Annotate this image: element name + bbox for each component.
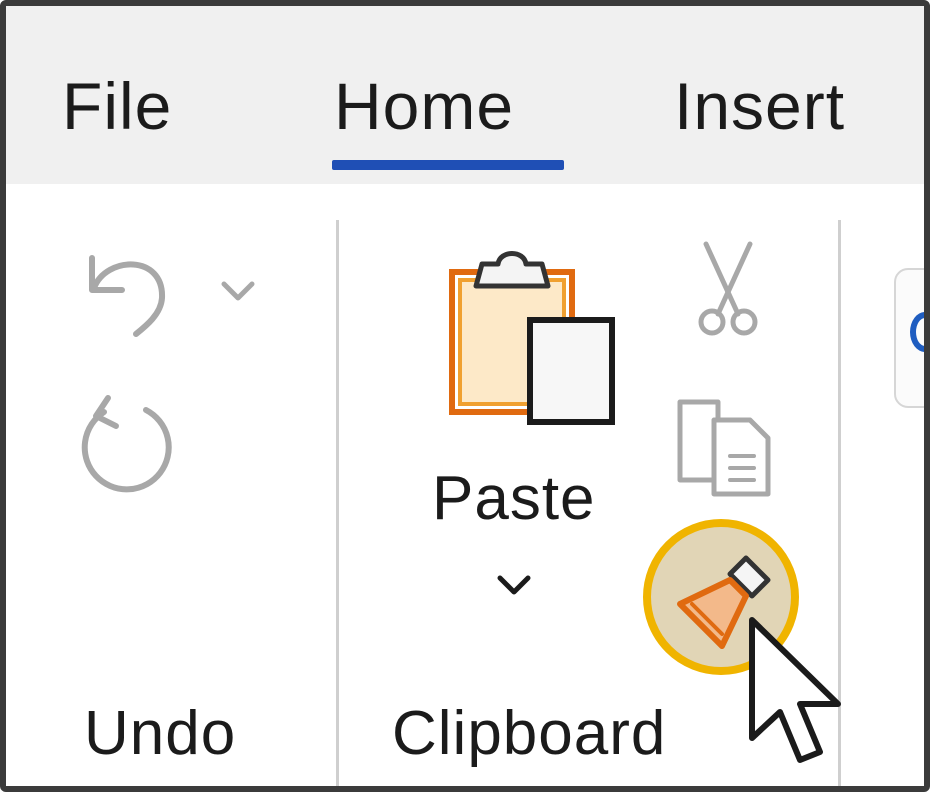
tab-file[interactable]: File: [62, 66, 172, 146]
tab-home[interactable]: Home: [334, 66, 514, 146]
redo-icon[interactable]: [70, 390, 182, 502]
ribbon-tab-bar: File Home Insert: [6, 6, 924, 184]
cut-icon[interactable]: [688, 238, 768, 342]
undo-dropdown-chevron-icon[interactable]: [216, 272, 260, 312]
undo-icon[interactable]: [76, 236, 186, 346]
paste-label[interactable]: Paste: [432, 464, 596, 534]
paste-icon[interactable]: [442, 246, 622, 426]
active-tab-indicator: [332, 160, 564, 170]
tab-insert[interactable]: Insert: [674, 66, 845, 146]
ribbon-home-panel: Undo Paste Clipboard: [6, 184, 924, 786]
undo-group-label: Undo: [84, 699, 237, 768]
clipboard-group-label: Clipboard: [392, 699, 667, 768]
word-ribbon-window: File Home Insert Undo Paste Clipboard: [0, 0, 930, 792]
mouse-cursor-icon: [749, 617, 841, 763]
copy-icon[interactable]: [674, 396, 778, 500]
next-group-partial-control[interactable]: [894, 268, 924, 408]
partial-icon: [910, 312, 924, 352]
group-separator: [336, 220, 339, 786]
paste-dropdown-chevron-icon[interactable]: [492, 566, 536, 606]
